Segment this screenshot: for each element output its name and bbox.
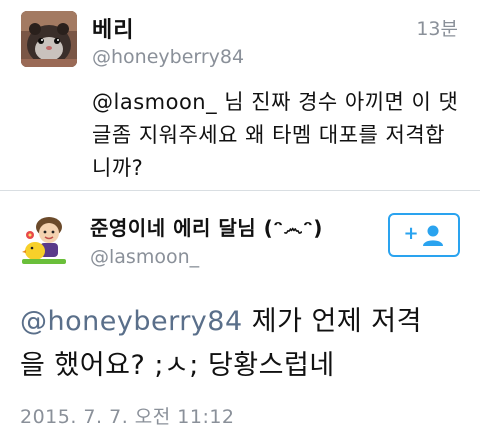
reply-text-line1: 님 진짜 경수 아끼면 이 댓 [217, 90, 459, 114]
reply-avatar[interactable] [21, 11, 77, 67]
reply-text-line2: 글좀 지워주세요 왜 타멤 대포를 저격합 [92, 123, 445, 147]
main-text-line2: 을 했어요? ;ㅅ; 당황스럽네 [20, 350, 335, 381]
hamster-avatar-icon [21, 11, 77, 67]
reply-tweet-text: @lasmoon_ 님 진짜 경수 아끼면 이 댓 글좀 지워주세요 왜 타멤 … [92, 86, 468, 185]
divider [0, 190, 480, 191]
tweet-detail-screen: 베리 @honeyberry84 13분 @lasmoon_ 님 진짜 경수 아… [0, 0, 480, 445]
main-text-line1: 제가 언제 저격 [242, 306, 422, 337]
cartoon-avatar-icon [20, 213, 74, 267]
reply-handle[interactable]: @honeyberry84 [92, 46, 244, 68]
follow-plus-label: + [403, 223, 419, 244]
reply-text-line3: 니까? [92, 156, 144, 180]
follow-button[interactable]: + [388, 213, 460, 257]
main-handle[interactable]: @lasmoon_ [90, 246, 199, 268]
reply-display-name[interactable]: 베리 [92, 12, 134, 44]
reply-mention-link[interactable]: @lasmoon_ [92, 90, 217, 114]
reply-tweet[interactable]: 베리 @honeyberry84 13분 @lasmoon_ 님 진짜 경수 아… [0, 0, 480, 190]
main-display-name[interactable]: 준영이네 에리 달님 (ᵔ෴ᵔ) [90, 212, 323, 241]
add-user-icon [422, 225, 443, 246]
main-mention-link[interactable]: @honeyberry84 [20, 306, 243, 337]
tweet-date: 2015. 7. 7. 오전 11:12 [20, 406, 235, 428]
reply-timestamp: 13분 [416, 18, 458, 40]
main-avatar[interactable] [20, 213, 74, 267]
main-tweet-text: @honeyberry84 제가 언제 저격 을 했어요? ;ㅅ; 당황스럽네 [20, 300, 470, 388]
